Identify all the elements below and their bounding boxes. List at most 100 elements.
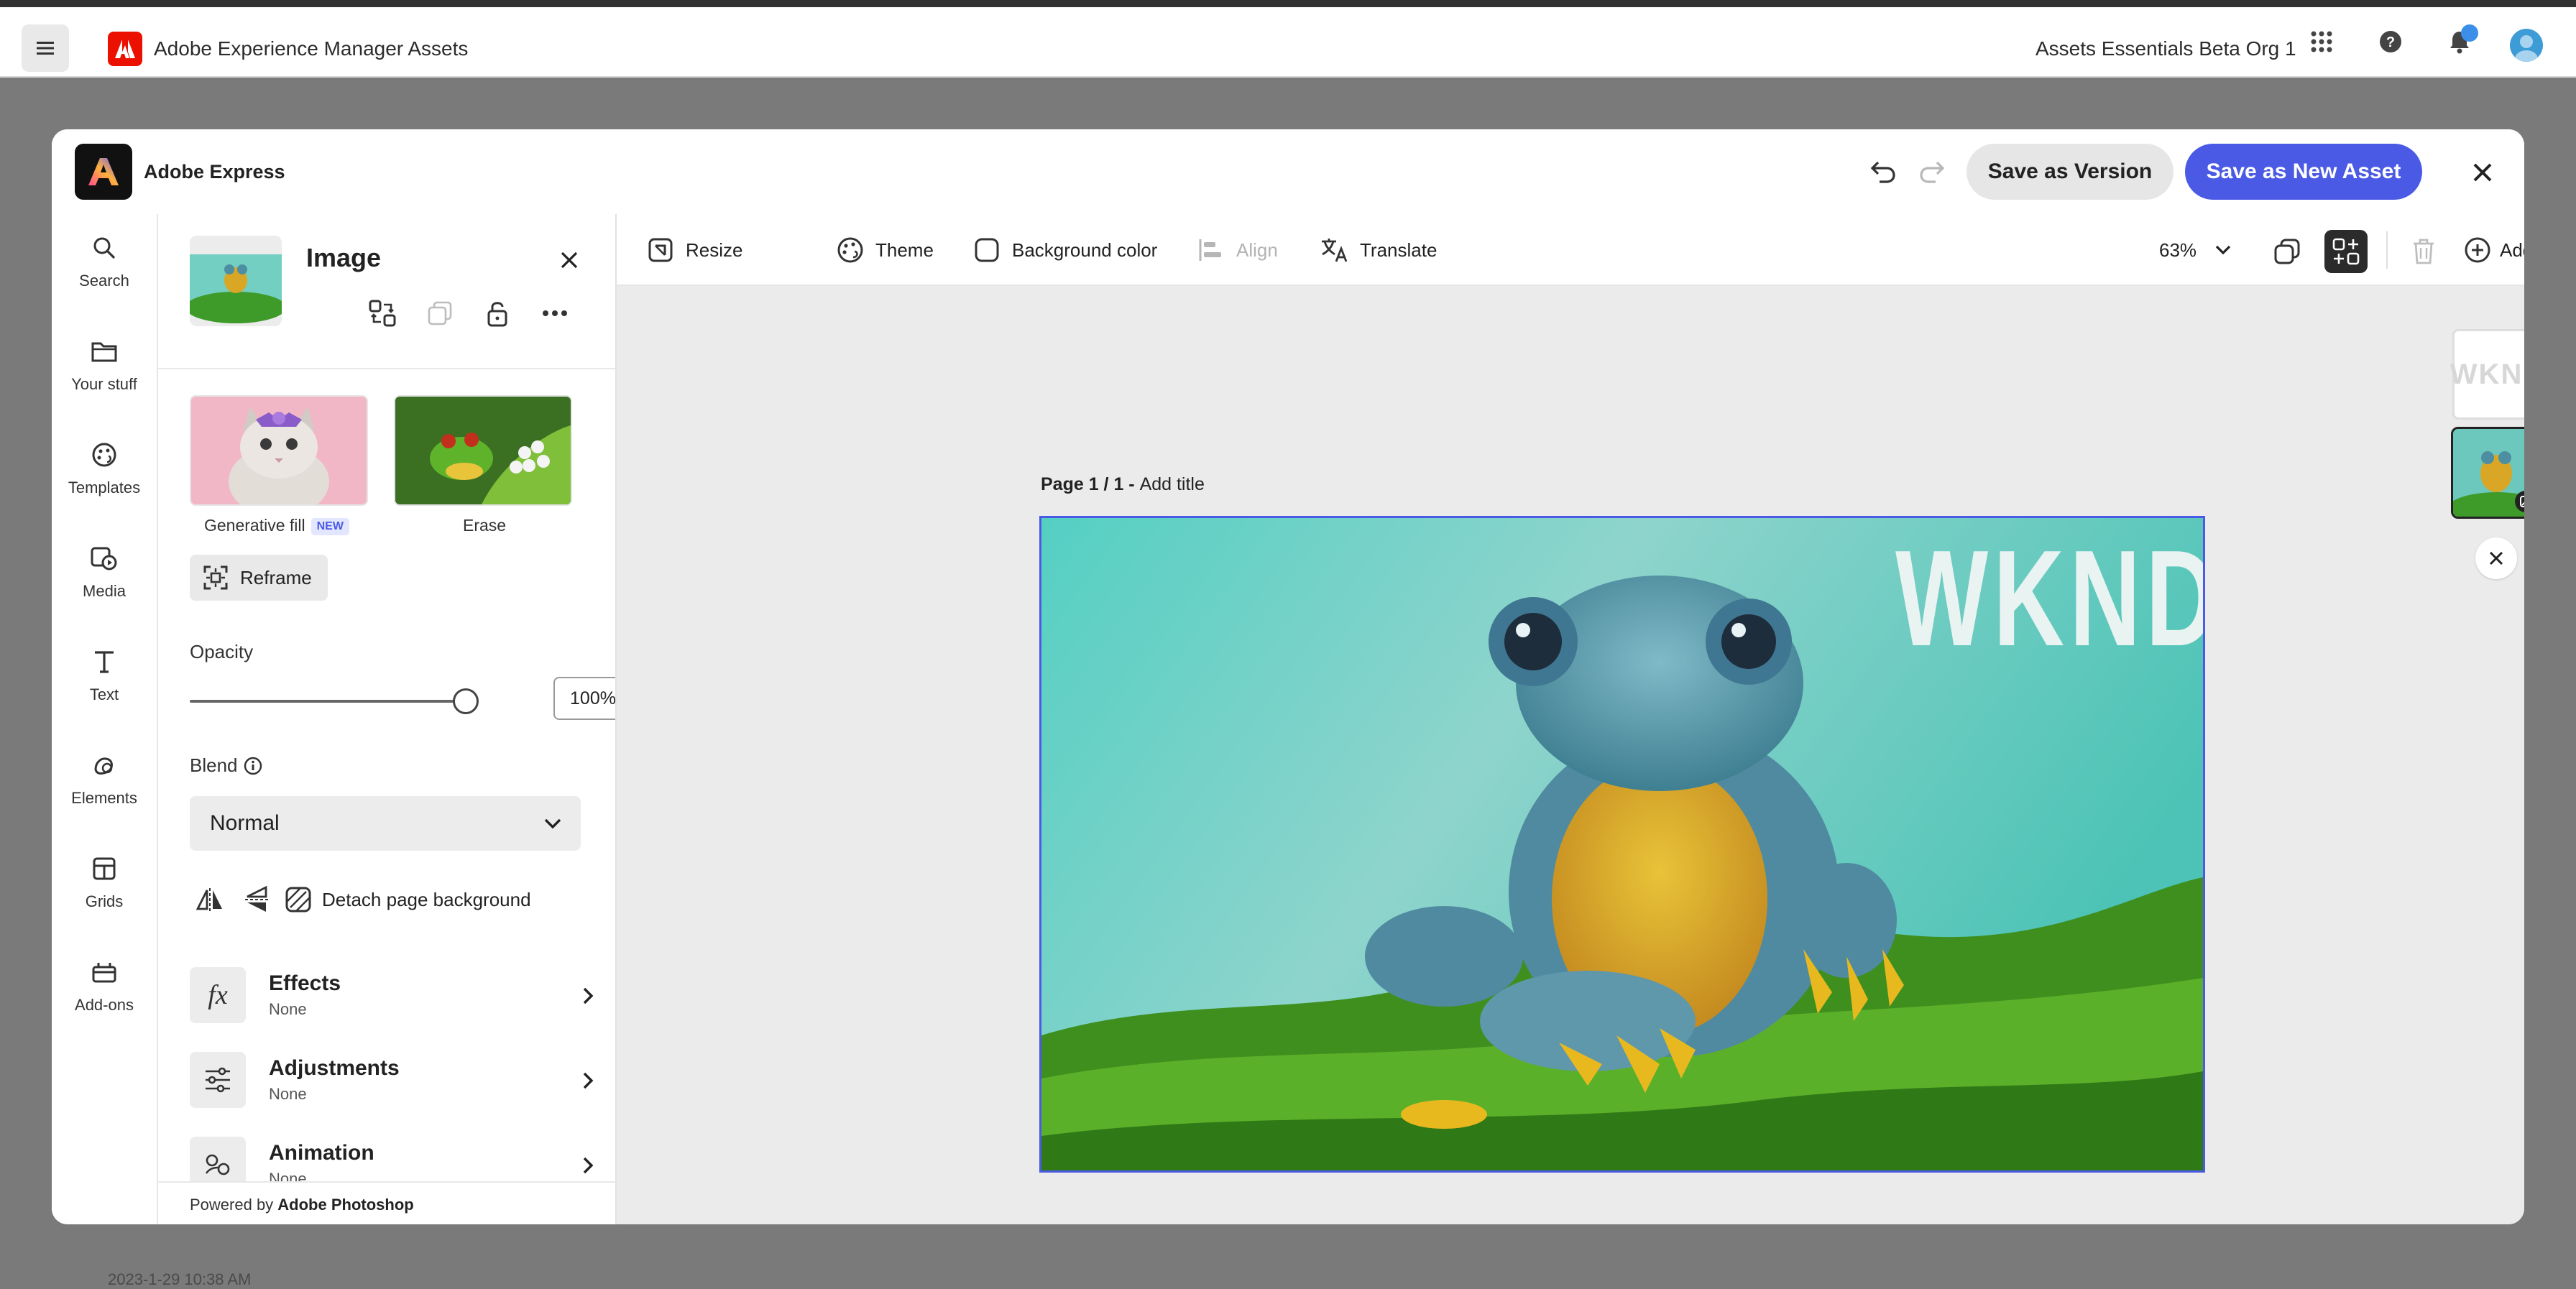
close-panel-button[interactable] [552, 243, 586, 277]
more-options-button[interactable] [535, 293, 575, 333]
chevron-right-icon [575, 1068, 601, 1094]
resize-button[interactable]: Resize [645, 230, 742, 270]
rail-item-grids[interactable]: Grids [52, 835, 157, 928]
rail-item-elements[interactable]: Elements [52, 731, 157, 825]
rail-label: Grids [85, 892, 124, 910]
blend-mode-value: Normal [210, 811, 280, 835]
add-title-link[interactable]: Add title [1140, 474, 1205, 494]
menu-button[interactable] [22, 24, 69, 72]
more-icon [543, 310, 567, 316]
resize-label: Resize [686, 239, 743, 261]
rail-item-text[interactable]: Text [52, 628, 157, 721]
background-color-button[interactable]: Background color [972, 230, 1157, 270]
replace-image-button[interactable] [362, 293, 402, 333]
modal-header: Adobe Express Save as Version Save as Ne… [52, 129, 2524, 216]
sliders-icon [190, 1052, 246, 1108]
rail-label: Your stuff [71, 375, 137, 393]
translate-button[interactable]: Translate [1320, 230, 1437, 270]
opacity-slider-handle[interactable] [453, 688, 479, 714]
close-modal-button[interactable] [2464, 154, 2501, 191]
canvas-settings-toggle[interactable] [2324, 230, 2368, 273]
lock-button[interactable] [477, 293, 518, 333]
avatar[interactable] [2510, 29, 2543, 62]
adjustments-accordion[interactable]: Adjustments None [190, 1052, 594, 1117]
duplicate-button[interactable] [420, 293, 460, 333]
trash-icon [2414, 239, 2434, 264]
powered-brand: Adobe Photoshop [277, 1196, 414, 1214]
generative-fill-text: Generative fill [204, 516, 305, 535]
rail-item-search[interactable]: Search [52, 214, 157, 308]
design-canvas[interactable]: WKND [1039, 516, 2205, 1173]
adobe-express-logo-icon [75, 144, 132, 200]
svg-text:?: ? [2386, 34, 2395, 50]
erase-preview [395, 397, 571, 504]
divider [158, 368, 615, 369]
generative-fill-label: Generative fill NEW [204, 516, 349, 535]
rail-label: Add-ons [75, 996, 134, 1014]
generative-fill-card[interactable] [190, 395, 368, 506]
panel-footer: Powered by Adobe Photoshop [158, 1181, 615, 1224]
rail-item-your-stuff[interactable]: Your stuff [52, 318, 157, 411]
wknd-overlay-text[interactable]: WKND [1895, 527, 2203, 670]
blend-label: Blend [190, 754, 262, 777]
background-color-icon [972, 235, 1002, 265]
flip-vertical-icon [245, 885, 270, 912]
detach-background-icon [285, 886, 312, 913]
redo-button[interactable] [1912, 152, 1952, 191]
add-button[interactable]: Add [2462, 230, 2524, 270]
reframe-button[interactable]: Reframe [190, 555, 328, 601]
erase-card[interactable] [394, 395, 572, 506]
erase-label: Erase [463, 516, 507, 535]
redo-icon [1920, 161, 1945, 183]
flip-horizontal-button[interactable] [190, 879, 230, 920]
rail-item-add-ons[interactable]: Add-ons [52, 938, 157, 1032]
detach-page-background-button[interactable]: Detach page background [285, 879, 531, 920]
info-icon[interactable] [244, 757, 262, 775]
close-pages-button[interactable] [2475, 537, 2517, 579]
align-button[interactable]: Align [1196, 230, 1278, 270]
align-icon [1196, 235, 1226, 265]
canvas-workspace: Resize Theme Background color Align Tran… [617, 214, 2524, 1224]
theme-button[interactable]: Theme [835, 230, 934, 270]
accordion-title: Effects [269, 971, 341, 995]
rail-item-media[interactable]: Media [52, 525, 157, 618]
folder-icon [86, 333, 122, 369]
effects-accordion[interactable]: fx Effects None [190, 967, 594, 1032]
undo-icon [1870, 161, 1895, 183]
help-icon[interactable]: ? [2370, 22, 2411, 62]
chevron-down-icon [543, 818, 562, 829]
close-icon [2473, 163, 2492, 182]
rail-label: Elements [71, 789, 137, 807]
flip-vertical-button[interactable] [237, 879, 277, 920]
apps-grid-icon[interactable] [2301, 22, 2342, 62]
media-icon [86, 540, 122, 576]
add-label: Add [2500, 239, 2524, 261]
opacity-value: 100% [553, 677, 615, 720]
undo-button[interactable] [1863, 152, 1903, 191]
replace-icon [369, 300, 396, 327]
reframe-icon [201, 563, 230, 592]
hamburger-icon [37, 42, 54, 55]
rail-item-templates[interactable]: Templates [52, 421, 157, 514]
opacity-slider-track[interactable] [190, 700, 463, 703]
selected-image-thumbnail [190, 236, 282, 326]
zoom-select[interactable]: 63% [2159, 230, 2231, 270]
flip-horizontal-icon [196, 888, 222, 911]
page-thumbnail-2[interactable] [2451, 427, 2524, 519]
grid-adjust-icon [2332, 238, 2360, 265]
org-switcher[interactable]: Assets Essentials Beta Org 1 [2036, 34, 2296, 63]
thumbnail-text: WKND [2450, 358, 2524, 390]
page-thumbnail-1[interactable]: WKND [2450, 329, 2524, 420]
powered-by: Powered by Adobe Photoshop [190, 1196, 414, 1214]
layers-button[interactable] [2266, 230, 2309, 273]
opacity-input[interactable]: 100% [553, 677, 615, 720]
rail-label: Media [83, 582, 126, 600]
delete-button[interactable] [2402, 230, 2445, 273]
close-icon [2489, 551, 2503, 565]
add-circle-icon [2462, 235, 2493, 265]
blend-mode-select[interactable]: Normal [190, 796, 581, 851]
save-as-new-asset-button[interactable]: Save as New Asset [2185, 144, 2422, 200]
aem-header: Adobe Experience Manager Assets Assets E… [0, 7, 2576, 78]
background-timestamp: 2023-1-29 10:38 AM [108, 1270, 252, 1288]
save-as-version-button[interactable]: Save as Version [1966, 144, 2174, 200]
